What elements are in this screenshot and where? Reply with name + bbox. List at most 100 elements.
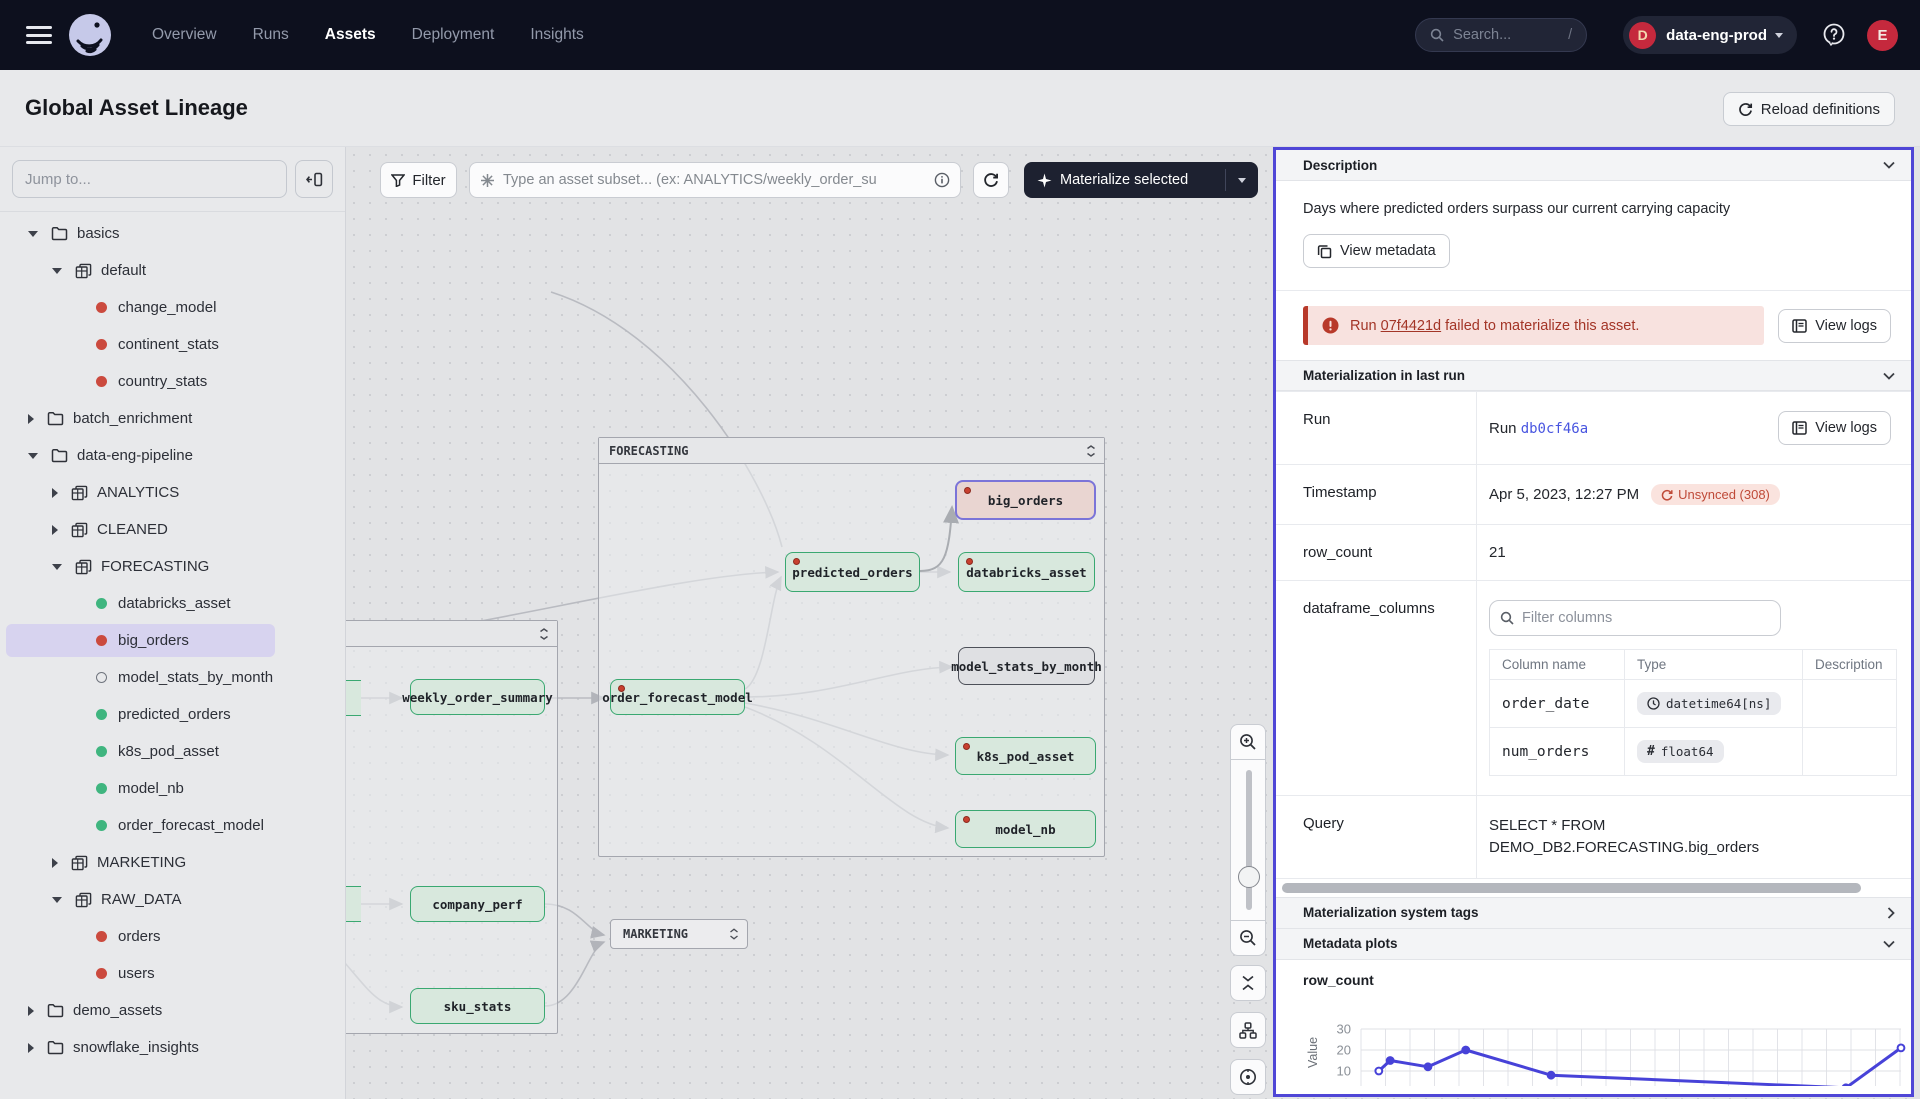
sidebar-item-databricks_asset[interactable]: databricks_asset — [0, 585, 345, 622]
global-search[interactable]: Search... / — [1415, 18, 1587, 52]
sidebar-item-MARKETING[interactable]: MARKETING — [0, 844, 345, 881]
tree-caret-icon[interactable] — [28, 231, 38, 237]
info-icon[interactable] — [934, 172, 950, 188]
sidebar-item-users[interactable]: users — [0, 955, 345, 992]
tree-caret-icon[interactable] — [52, 564, 62, 570]
sidebar-item-default[interactable]: default — [0, 252, 345, 289]
hamburger-menu-icon[interactable] — [26, 26, 52, 44]
materialize-dropdown-caret[interactable] — [1226, 178, 1258, 183]
asset-node-weekly_order_summary[interactable]: weekly_order_summary — [410, 679, 545, 715]
zoom-slider-handle[interactable] — [1238, 866, 1260, 888]
node-label: predicted_orders — [792, 565, 912, 580]
sidebar-item-country_stats[interactable]: country_stats — [0, 363, 345, 400]
asset-node-model_nb[interactable]: model_nb — [955, 810, 1096, 848]
column-description — [1803, 728, 1897, 776]
section-header-materialization[interactable]: Materialization in last run — [1276, 360, 1911, 391]
sidebar-item-CLEANED[interactable]: CLEANED — [0, 511, 345, 548]
asset-subset-input[interactable]: Type an asset subset... (ex: ANALYTICS/w… — [469, 162, 961, 198]
sidebar-item-RAW_DATA[interactable]: RAW_DATA — [0, 881, 345, 918]
sidebar-item-basics[interactable]: basics — [0, 215, 345, 252]
sidebar-item-predicted_orders[interactable]: predicted_orders — [0, 696, 345, 733]
collapse-sidebar-button[interactable] — [295, 160, 333, 198]
search-shortcut-hint: / — [1568, 27, 1572, 43]
scrollbar-thumb[interactable] — [1282, 883, 1861, 893]
view-logs-button-error[interactable]: View logs — [1778, 309, 1891, 343]
deployment-switcher[interactable]: D data-eng-prod — [1623, 16, 1797, 54]
asset-node-company_perf[interactable]: company_perf — [410, 886, 545, 922]
nav-item-overview[interactable]: Overview — [152, 26, 217, 44]
filter-columns-input[interactable] — [1522, 610, 1770, 626]
section-header-metadata-plots[interactable]: Metadata plots — [1276, 929, 1911, 960]
failed-dot-icon — [963, 743, 970, 750]
group-header-forecasting[interactable]: FORECASTING — [599, 438, 1104, 464]
tree-item-label: change_model — [118, 299, 216, 316]
node-label: model_nb — [995, 822, 1055, 837]
help-button[interactable] — [1821, 22, 1847, 48]
asset-node-stub[interactable] — [346, 886, 361, 922]
tree-caret-icon[interactable] — [28, 1043, 34, 1053]
user-avatar[interactable]: E — [1867, 20, 1898, 51]
tree-caret-icon[interactable] — [28, 414, 34, 424]
relayout-graph-button[interactable] — [1230, 1012, 1266, 1048]
asset-node-model_stats_by_month[interactable]: model_stats_by_month — [958, 647, 1095, 685]
asset-node-sku_stats[interactable]: sku_stats — [410, 988, 545, 1024]
sidebar-item-FORECASTING[interactable]: FORECASTING — [0, 548, 345, 585]
zoom-in-button[interactable] — [1230, 724, 1266, 760]
filter-button[interactable]: Filter — [380, 162, 457, 198]
sidebar-item-order_forecast_model[interactable]: order_forecast_model — [0, 807, 345, 844]
section-header-system-tags[interactable]: Materialization system tags — [1276, 898, 1911, 929]
sidebar-item-k8s_pod_asset[interactable]: k8s_pod_asset — [0, 733, 345, 770]
tree-caret-icon[interactable] — [28, 453, 38, 459]
nav-item-insights[interactable]: Insights — [530, 26, 583, 44]
tree-item-label: FORECASTING — [101, 558, 209, 575]
sidebar-item-data-eng-pipeline[interactable]: data-eng-pipeline — [0, 437, 345, 474]
view-logs-button-run[interactable]: View logs — [1778, 411, 1891, 445]
asset-node-big_orders[interactable]: big_orders — [955, 480, 1096, 520]
run-id-link[interactable]: db0cf46a — [1521, 421, 1588, 437]
tree-caret-icon[interactable] — [52, 858, 58, 868]
jump-to-input[interactable] — [12, 160, 287, 198]
sidebar-item-change_model[interactable]: change_model — [0, 289, 345, 326]
nav-item-assets[interactable]: Assets — [325, 26, 376, 44]
view-metadata-button[interactable]: View metadata — [1303, 234, 1450, 268]
unsynced-badge[interactable]: Unsynced (308) — [1651, 484, 1780, 505]
tree-caret-icon[interactable] — [52, 525, 58, 535]
logs-icon — [1792, 319, 1807, 333]
asset-node-databricks_asset[interactable]: databricks_asset — [958, 552, 1095, 592]
tree-item-label: MARKETING — [97, 854, 186, 871]
failed-run-link[interactable]: 07f4421d — [1381, 318, 1441, 334]
recenter-view-button[interactable] — [1230, 1059, 1266, 1095]
sidebar-item-model_nb[interactable]: model_nb — [0, 770, 345, 807]
section-header-description[interactable]: Description — [1276, 150, 1911, 181]
sidebar-item-model_stats_by_month[interactable]: model_stats_by_month — [0, 659, 345, 696]
sidebar-item-snowflake_insights[interactable]: snowflake_insights — [0, 1029, 345, 1066]
sidebar-item-ANALYTICS[interactable]: ANALYTICS — [0, 474, 345, 511]
nav-item-runs[interactable]: Runs — [253, 26, 289, 44]
refresh-graph-button[interactable] — [973, 162, 1009, 198]
tree-caret-icon[interactable] — [52, 488, 58, 498]
sidebar-item-orders[interactable]: orders — [0, 918, 345, 955]
tree-item-label: model_stats_by_month — [118, 669, 273, 686]
asset-node-stub[interactable] — [346, 680, 361, 716]
tree-caret-icon[interactable] — [52, 897, 62, 903]
filter-columns-field[interactable] — [1489, 600, 1781, 636]
zoom-out-button[interactable] — [1230, 920, 1266, 956]
collapse-all-groups-button[interactable] — [1230, 965, 1266, 1001]
sidebar-item-demo_assets[interactable]: demo_assets — [0, 992, 345, 1029]
dagster-logo[interactable] — [68, 13, 112, 57]
tree-caret-icon[interactable] — [52, 268, 62, 274]
materialize-selected-button[interactable]: Materialize selected — [1024, 162, 1258, 198]
sidebar-item-batch_enrichment[interactable]: batch_enrichment — [0, 400, 345, 437]
sidebar-item-continent_stats[interactable]: continent_stats — [0, 326, 345, 363]
tree-caret-icon[interactable] — [28, 1006, 34, 1016]
asset-node-order_forecast_model[interactable]: order_forecast_model — [610, 679, 745, 715]
asset-node-predicted_orders[interactable]: predicted_orders — [785, 552, 920, 592]
group-header-left[interactable] — [346, 621, 557, 647]
collapsed-group-marketing[interactable]: MARKETING — [610, 919, 748, 949]
reload-definitions-button[interactable]: Reload definitions — [1723, 92, 1895, 126]
asset-node-k8s_pod_asset[interactable]: k8s_pod_asset — [955, 737, 1096, 775]
tree-item-label: orders — [118, 928, 161, 945]
nav-item-deployment[interactable]: Deployment — [412, 26, 495, 44]
sidebar-item-big_orders[interactable]: big_orders — [0, 622, 345, 659]
zoom-slider[interactable] — [1230, 760, 1266, 920]
